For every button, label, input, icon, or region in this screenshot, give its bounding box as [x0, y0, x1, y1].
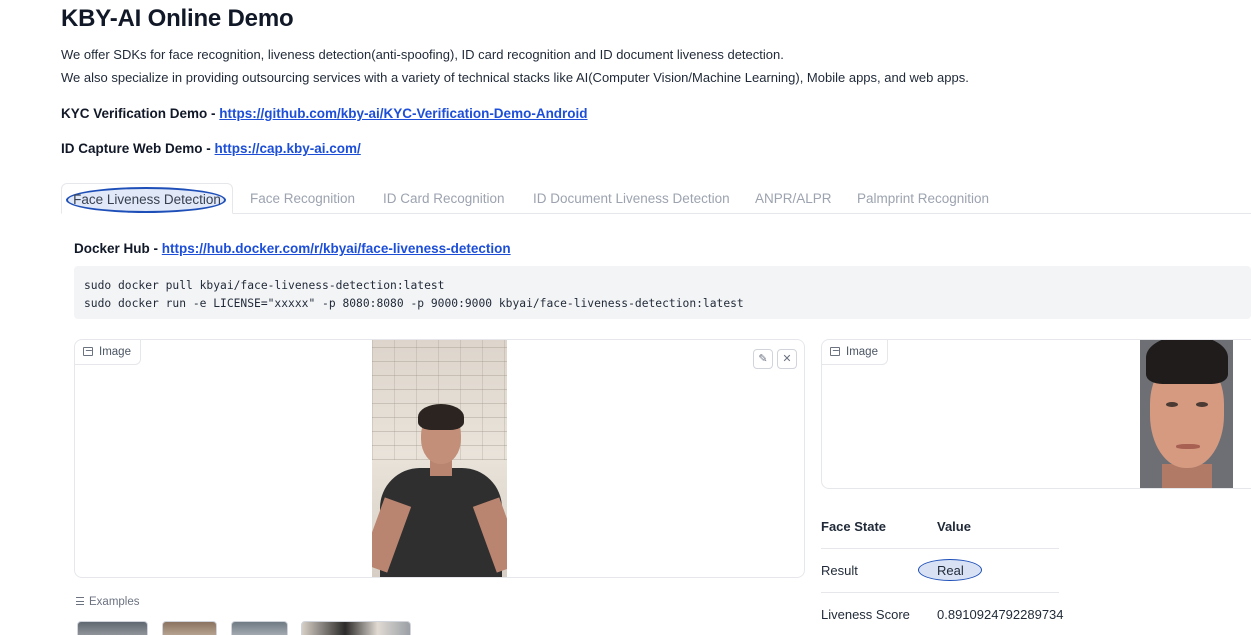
- header-value: Value: [937, 519, 971, 534]
- list-icon: [76, 597, 84, 605]
- tab-label: Face Liveness Detection: [73, 192, 221, 207]
- docker-pull-command: sudo docker pull kbyai/face-liveness-det…: [84, 279, 445, 292]
- docker-hub-row: Docker Hub - https://hub.docker.com/r/kb…: [74, 241, 511, 256]
- table-row: Result Real: [821, 549, 1059, 593]
- tab-bar: Face Liveness Detection Face Recognition…: [61, 183, 1251, 214]
- kyc-demo-label: KYC Verification Demo -: [61, 106, 220, 121]
- tab-id-document-liveness-detection[interactable]: ID Document Liveness Detection: [533, 183, 730, 214]
- tab-palmprint-recognition[interactable]: Palmprint Recognition: [857, 183, 989, 214]
- id-capture-label: ID Capture Web Demo -: [61, 141, 215, 156]
- docker-run-command: sudo docker run -e LICENSE="xxxxx" -p 80…: [84, 297, 744, 310]
- input-image-label: Image: [75, 340, 141, 365]
- row-value-result: Real: [937, 563, 964, 578]
- intro-text-line2: We also specialize in providing outsourc…: [61, 70, 969, 85]
- id-capture-link[interactable]: https://cap.kby-ai.com/: [215, 141, 361, 156]
- table-row: Liveness Score 0.8910924792289734: [821, 593, 1064, 635]
- kyc-demo-row: KYC Verification Demo - https://github.c…: [61, 106, 588, 121]
- image-icon: [830, 347, 840, 356]
- edit-icon[interactable]: ✎: [753, 349, 773, 369]
- tab-face-recognition[interactable]: Face Recognition: [250, 183, 355, 214]
- output-face-crop: [1140, 340, 1233, 488]
- tab-face-liveness-detection[interactable]: Face Liveness Detection: [61, 183, 233, 214]
- row-key-liveness-score: Liveness Score: [821, 607, 910, 622]
- input-photo: [372, 340, 507, 577]
- docker-hub-link[interactable]: https://hub.docker.com/r/kbyai/face-live…: [162, 241, 511, 256]
- docker-hub-label: Docker Hub -: [74, 241, 162, 256]
- input-image-panel[interactable]: Image ✎ ✕: [74, 339, 805, 578]
- output-image-label: Image: [822, 340, 888, 365]
- tab-anpr-alpr[interactable]: ANPR/ALPR: [755, 183, 832, 214]
- example-thumbnail[interactable]: [301, 621, 411, 635]
- row-key-result: Result: [821, 563, 858, 578]
- close-icon[interactable]: ✕: [777, 349, 797, 369]
- tab-id-card-recognition[interactable]: ID Card Recognition: [383, 183, 505, 214]
- header-face-state: Face State: [821, 519, 887, 534]
- table-header: Face State Value: [821, 505, 1059, 549]
- docker-command-block: sudo docker pull kbyai/face-liveness-det…: [74, 266, 1251, 319]
- kyc-demo-link[interactable]: https://github.com/kby-ai/KYC-Verificati…: [219, 106, 587, 121]
- example-thumbnail[interactable]: [162, 621, 217, 635]
- row-value-liveness-score: 0.8910924792289734: [937, 607, 1064, 622]
- page-title: KBY-AI Online Demo: [61, 5, 294, 32]
- example-thumbnail[interactable]: [231, 621, 288, 635]
- id-capture-row: ID Capture Web Demo - https://cap.kby-ai…: [61, 141, 361, 156]
- examples-label: Examples: [76, 596, 140, 608]
- output-image-panel: Image: [821, 339, 1251, 489]
- image-icon: [83, 347, 93, 356]
- intro-text-line1: We offer SDKs for face recognition, live…: [61, 47, 784, 62]
- result-table: Face State Value Result Real Liveness Sc…: [821, 505, 1064, 635]
- example-thumbnail[interactable]: [77, 621, 148, 635]
